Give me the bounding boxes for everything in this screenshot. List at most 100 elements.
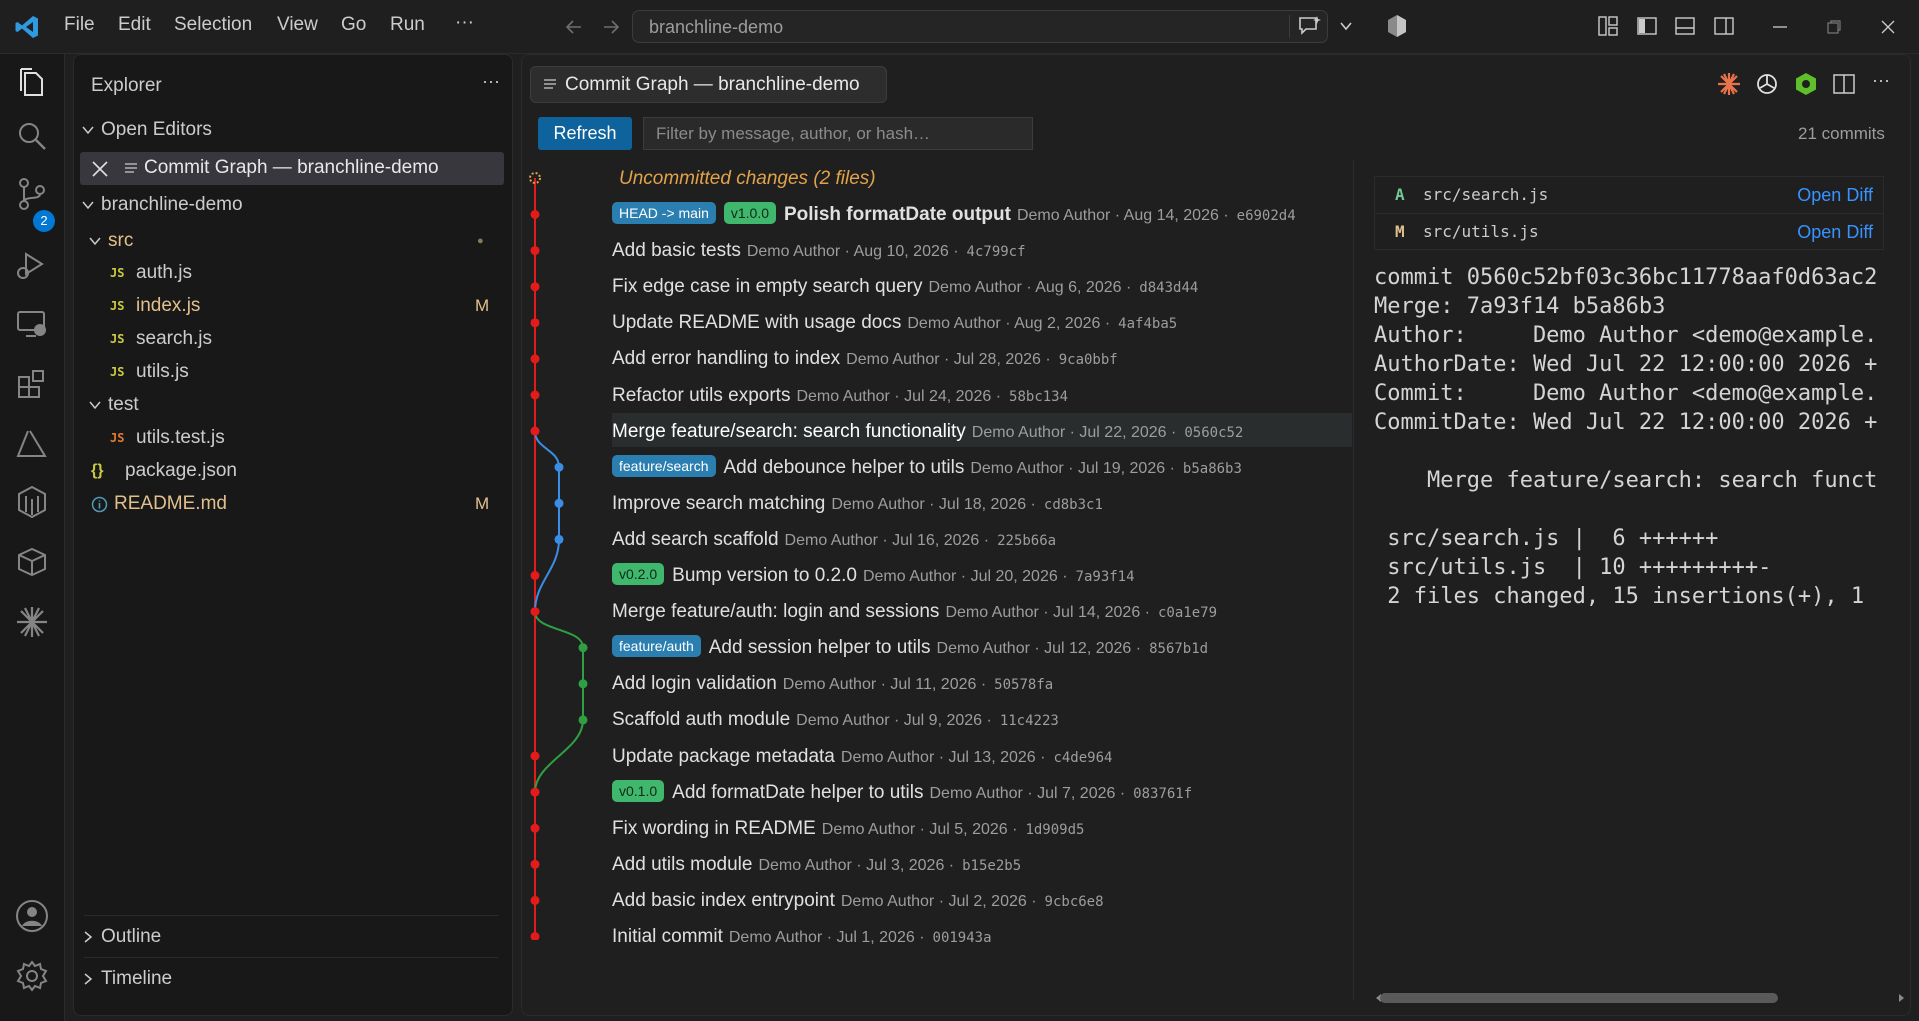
commit-row[interactable]: Merge feature/search: search functionali…: [612, 415, 1243, 448]
menu-go[interactable]: Go: [341, 14, 366, 36]
timeline-section[interactable]: Timeline: [74, 963, 504, 995]
scrollbar-thumb[interactable]: [1380, 993, 1778, 1003]
refresh-button[interactable]: Refresh: [538, 117, 632, 150]
commit-row[interactable]: Add basic index entrypoint Demo Author · …: [612, 884, 1104, 917]
commit-filter-input[interactable]: [643, 117, 1033, 150]
commit-row[interactable]: feature/auth Add session helper to utils D…: [612, 631, 1208, 664]
horizontal-scrollbar[interactable]: [1374, 992, 1908, 1004]
commit-row[interactable]: Merge feature/auth: login and sessions De…: [612, 595, 1217, 628]
package-icon[interactable]: [14, 544, 50, 580]
commit-row[interactable]: Add login validation Demo Author · Jul 11…: [612, 667, 1053, 700]
menu-view[interactable]: View: [277, 14, 318, 36]
commit-row[interactable]: Add basic tests Demo Author · Aug 10, 202…: [612, 234, 1026, 267]
forward-arrow-icon[interactable]: [600, 16, 622, 38]
menu-edit[interactable]: Edit: [118, 14, 151, 36]
claude-sparkle-icon[interactable]: [1716, 71, 1742, 97]
tab-commit-graph[interactable]: Commit Graph — branchline-demo: [530, 66, 887, 103]
commit-node[interactable]: [530, 210, 540, 219]
commit-node[interactable]: [530, 859, 540, 869]
tree-file-readme[interactable]: README.md M: [74, 488, 504, 520]
chevron-down-icon[interactable]: [1338, 18, 1354, 34]
commit-row[interactable]: Fix edge case in empty search query Demo …: [612, 270, 1198, 303]
tree-folder-src[interactable]: src ●: [74, 225, 504, 257]
commit-row[interactable]: Update README with usage docs Demo Author…: [612, 306, 1177, 339]
menu-selection[interactable]: Selection: [174, 14, 252, 36]
commit-row[interactable]: Add utils module Demo Author · Jul 3, 202…: [612, 848, 1021, 881]
commit-node[interactable]: [578, 643, 588, 653]
run-debug-icon[interactable]: [14, 246, 50, 282]
hexagon-extension-icon[interactable]: [1793, 71, 1819, 97]
source-control-icon[interactable]: [14, 176, 50, 212]
openai-icon[interactable]: [1754, 71, 1780, 97]
commit-node[interactable]: [530, 787, 540, 797]
toggle-secondary-sidebar-icon[interactable]: [1713, 15, 1735, 37]
vscode-logo-icon[interactable]: [14, 14, 40, 40]
commit-node[interactable]: [530, 354, 540, 364]
open-editors-section[interactable]: Open Editors: [74, 114, 504, 146]
commit-row[interactable]: Add error handling to index Demo Author ·…: [612, 342, 1118, 375]
toggle-panel-icon[interactable]: [1674, 15, 1696, 37]
commit-row[interactable]: feature/search Add debounce helper to uti…: [612, 451, 1242, 484]
commit-node[interactable]: [578, 679, 588, 689]
tree-file-package-json[interactable]: {} package.json: [74, 455, 504, 487]
commit-row[interactable]: v0.2.0 Bump version to 0.2.0 Demo Author ·…: [612, 559, 1135, 592]
commit-row[interactable]: Fix wording in README Demo Author · Jul 5…: [612, 812, 1084, 845]
chat-sparkle-icon[interactable]: [1297, 14, 1323, 38]
editor-more-icon[interactable]: ···: [1872, 70, 1890, 91]
commit-row[interactable]: v0.1.0 Add formatDate helper to utils Demo…: [612, 776, 1192, 809]
tree-folder-test[interactable]: test: [74, 389, 504, 421]
uncommitted-changes-row[interactable]: Uncommitted changes (2 files): [619, 162, 876, 195]
copilot-icon[interactable]: [1384, 13, 1410, 39]
commit-node[interactable]: [578, 715, 588, 725]
commit-node[interactable]: [530, 571, 540, 580]
commit-node[interactable]: [530, 751, 540, 761]
open-editor-item[interactable]: Commit Graph — branchline-demo: [80, 152, 504, 185]
menu-file[interactable]: File: [64, 14, 95, 36]
accounts-icon[interactable]: [14, 898, 50, 934]
commit-row[interactable]: Improve search matching Demo Author · Jul…: [612, 487, 1103, 520]
tree-file-index[interactable]: JS index.js M: [74, 290, 504, 322]
minimize-icon[interactable]: [1771, 18, 1789, 36]
sparkle-asterisk-icon[interactable]: [14, 604, 50, 640]
commit-row[interactable]: Update package metadata Demo Author · Jul…: [612, 740, 1112, 773]
commit-row[interactable]: Initial commit Demo Author · Jul 1, 2026 …: [612, 920, 992, 953]
remote-explorer-icon[interactable]: [14, 306, 50, 342]
commit-row[interactable]: Refactor utils exports Demo Author · Jul …: [612, 379, 1068, 412]
scroll-right-icon[interactable]: [1896, 993, 1906, 1003]
menu-more-icon[interactable]: ···: [455, 12, 474, 34]
customize-layout-icon[interactable]: [1597, 15, 1619, 37]
explorer-icon[interactable]: [14, 64, 50, 100]
tree-file-utils[interactable]: JS utils.js: [74, 356, 504, 388]
azure-icon[interactable]: [14, 426, 50, 462]
tree-file-utils-test[interactable]: JS utils.test.js: [74, 422, 504, 454]
commit-row[interactable]: Add search scaffold Demo Author · Jul 16,…: [612, 523, 1056, 556]
settings-gear-icon[interactable]: [14, 958, 50, 994]
commit-node[interactable]: [530, 823, 540, 833]
commit-node[interactable]: [530, 895, 540, 905]
commit-node[interactable]: [554, 534, 564, 544]
commit-node[interactable]: [554, 498, 564, 508]
commit-node[interactable]: [530, 318, 540, 328]
close-window-icon[interactable]: [1879, 18, 1897, 36]
commit-node[interactable]: [530, 390, 540, 400]
restore-icon[interactable]: [1825, 18, 1843, 36]
tree-file-search[interactable]: JS search.js: [74, 323, 504, 355]
command-center[interactable]: branchline-demo: [632, 10, 1328, 43]
changed-file-row[interactable]: M src/utils.js Open Diff: [1375, 214, 1885, 250]
commit-row[interactable]: Scaffold auth module Demo Author · Jul 9,…: [612, 703, 1059, 736]
toggle-primary-sidebar-icon[interactable]: [1636, 15, 1658, 37]
extensions-icon[interactable]: [14, 366, 50, 402]
commit-node[interactable]: [530, 426, 540, 436]
commit-node[interactable]: [530, 246, 540, 256]
project-folder[interactable]: branchline-demo: [74, 189, 504, 221]
split-editor-icon[interactable]: [1832, 72, 1856, 96]
back-arrow-icon[interactable]: [563, 16, 585, 38]
outline-section[interactable]: Outline: [74, 921, 504, 953]
open-diff-link[interactable]: Open Diff: [1797, 214, 1873, 250]
commit-node[interactable]: [530, 932, 540, 940]
commit-node[interactable]: [530, 607, 540, 617]
commit-node[interactable]: [530, 282, 540, 292]
sidebar-more-icon[interactable]: ···: [482, 71, 500, 92]
containers-icon[interactable]: [14, 484, 50, 520]
close-editor-icon[interactable]: [91, 160, 109, 178]
